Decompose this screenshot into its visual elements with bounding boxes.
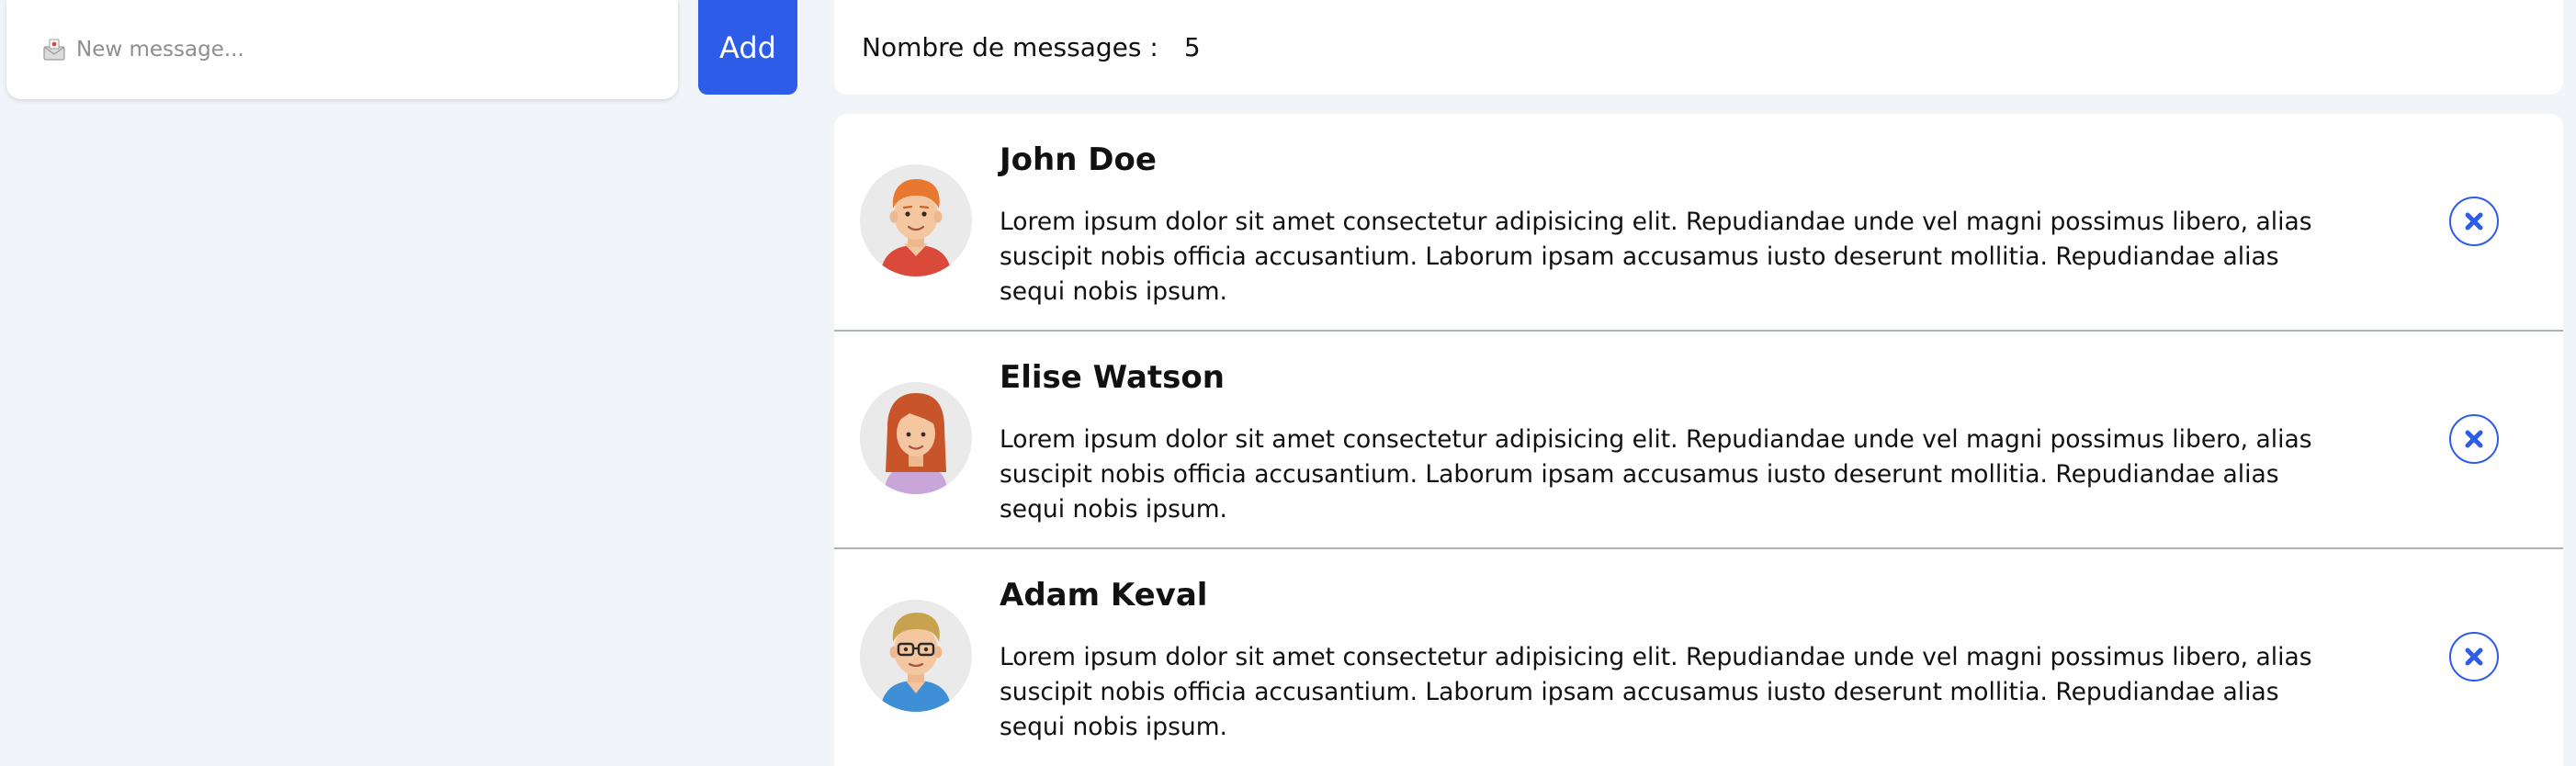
message-author: John Doe <box>1000 141 1157 178</box>
add-button[interactable]: Add <box>698 0 797 95</box>
delete-message-button[interactable] <box>2449 197 2499 246</box>
avatar <box>860 382 972 494</box>
female-redhead-avatar <box>884 393 948 494</box>
message-body: Lorem ipsum dolor sit amet consectetur a… <box>1000 425 2312 524</box>
male-redhead-avatar <box>880 179 952 276</box>
message-item: Adam Keval Lorem ipsum dolor sit amet co… <box>834 549 2563 766</box>
messages-panel: Nombre de messages : 5 John Doe Lorem ip… <box>834 0 2563 766</box>
composer-panel: Add <box>0 0 808 766</box>
message-author: Adam Keval <box>1000 577 1208 614</box>
message-count-label: Nombre de messages : <box>862 32 1158 62</box>
male-glasses-avatar <box>880 613 952 712</box>
message-body: Lorem ipsum dolor sit amet consectetur a… <box>1000 208 2312 306</box>
close-icon <box>2465 648 2483 666</box>
envelope-icon <box>41 37 67 62</box>
close-icon <box>2465 212 2483 231</box>
message-author: Elise Watson <box>1000 359 1225 396</box>
close-icon <box>2465 430 2483 448</box>
message-count-bar: Nombre de messages : 5 <box>834 0 2563 95</box>
delete-message-button[interactable] <box>2449 414 2499 464</box>
message-item: Elise Watson Lorem ipsum dolor sit amet … <box>834 332 2563 549</box>
message-list: John Doe Lorem ipsum dolor sit amet cons… <box>834 114 2563 766</box>
message-item: John Doe Lorem ipsum dolor sit amet cons… <box>834 114 2563 332</box>
avatar <box>860 600 972 712</box>
message-body: Lorem ipsum dolor sit amet consectetur a… <box>1000 643 2312 741</box>
message-input-box[interactable] <box>6 0 678 99</box>
avatar <box>860 164 972 276</box>
message-input[interactable] <box>74 37 666 62</box>
delete-message-button[interactable] <box>2449 632 2499 682</box>
message-count-value: 5 <box>1183 32 1201 62</box>
